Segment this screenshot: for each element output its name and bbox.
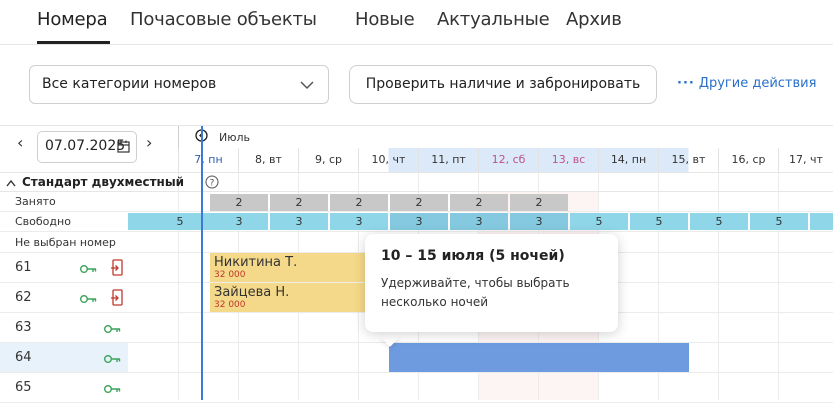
free-cell: 5: [570, 213, 628, 230]
day-header[interactable]: 11, пт: [418, 148, 478, 172]
help-icon[interactable]: ?: [205, 175, 219, 189]
tab-hourly-objects[interactable]: Почасовые объекты: [130, 9, 317, 30]
calendar-icon: [117, 140, 130, 153]
checkout-icon: [111, 259, 123, 276]
tab-bar: Номера Почасовые объекты Новые Актуальны…: [0, 0, 833, 45]
day-header[interactable]: 13, вс: [538, 148, 598, 172]
booking-block[interactable]: Никитина Т. 32 000: [210, 253, 370, 282]
month-label: Июль: [219, 131, 251, 144]
room-number: 64: [15, 350, 32, 365]
free-label: Свободно: [15, 215, 71, 228]
category-title: Стандарт двухместный: [22, 175, 185, 189]
room-number: 65: [15, 380, 32, 395]
day-header[interactable]: 10, чт: [358, 148, 418, 172]
date-value: 07.07.2025: [45, 138, 126, 154]
guest-name: Зайцева Н.: [214, 285, 290, 300]
category-select-value: Все категории номеров: [42, 76, 217, 92]
free-cell: 5: [750, 213, 808, 230]
key-icon: [80, 295, 97, 303]
date-picker[interactable]: 07.07.2025: [37, 131, 137, 163]
day-header[interactable]: 12, сб: [478, 148, 538, 172]
busy-cell: 2: [330, 194, 388, 211]
booking-block[interactable]: Зайцева Н. 32 000: [210, 283, 370, 312]
busy-label: Занято: [15, 195, 56, 208]
svg-text:?: ?: [210, 179, 215, 189]
free-cell: 3: [210, 213, 268, 230]
free-cell: 3: [330, 213, 388, 230]
room-number: 62: [15, 290, 32, 305]
day-header[interactable]: 8, вт: [238, 148, 298, 172]
prev-arrow-icon[interactable]: ‹: [17, 133, 23, 152]
free-cell: 3: [510, 213, 568, 230]
room-row[interactable]: 65: [0, 373, 833, 403]
booking-price: 32 000: [214, 300, 246, 310]
chevron-down-icon: [300, 81, 314, 90]
key-icon: [104, 355, 121, 363]
room-number: 63: [15, 320, 32, 335]
selected-nights-range[interactable]: [389, 343, 689, 372]
busy-cell: 2: [210, 194, 268, 211]
free-cell: 3: [270, 213, 328, 230]
room-category-row[interactable]: Стандарт двухместный ?: [0, 172, 833, 192]
key-icon: [80, 265, 97, 273]
key-icon: [104, 385, 121, 393]
day-header[interactable]: 7, пн: [178, 148, 238, 172]
checkout-icon: [111, 289, 123, 306]
active-tab-indicator: [37, 41, 110, 44]
day-header[interactable]: 16, ср: [718, 148, 778, 172]
more-dots-icon: ···: [677, 76, 695, 91]
tooltip-body: Удерживайте, чтобы выбрать несколько ноч…: [381, 276, 570, 309]
unassigned-label: Не выбран номер: [15, 236, 116, 249]
today-marker-line: [201, 126, 203, 400]
free-cell: 3: [390, 213, 448, 230]
other-actions-link[interactable]: ··· Другие действия: [677, 76, 816, 91]
collapse-icon[interactable]: [6, 179, 16, 187]
key-icon: [104, 325, 121, 333]
month-header: Июль: [178, 126, 833, 148]
free-cell: 5: [630, 213, 688, 230]
category-select[interactable]: Все категории номеров: [29, 65, 329, 104]
booking-price: 32 000: [214, 270, 246, 280]
tab-rooms[interactable]: Номера: [37, 9, 108, 30]
day-header[interactable]: 14, пн: [598, 148, 658, 172]
free-cell: 3: [450, 213, 508, 230]
guest-name: Никитина Т.: [214, 255, 298, 270]
day-header[interactable]: 9, ср: [298, 148, 358, 172]
day-header[interactable]: 17, чт: [778, 148, 833, 172]
tab-actual[interactable]: Актуальные: [437, 9, 550, 30]
busy-cell: 2: [270, 194, 328, 211]
selection-tooltip: 10 – 15 июля (5 ночей) Удерживайте, чтоб…: [365, 234, 618, 332]
next-arrow-icon[interactable]: ›: [146, 133, 152, 152]
check-availability-button[interactable]: Проверить наличие и забронировать: [349, 65, 657, 104]
tooltip-title: 10 – 15 июля (5 ночей): [381, 248, 565, 264]
busy-cell: 2: [510, 194, 568, 211]
day-header[interactable]: 15, вт: [658, 148, 718, 172]
free-cell: [810, 213, 833, 230]
tab-new[interactable]: Новые: [355, 9, 415, 30]
free-cell: 5: [690, 213, 748, 230]
busy-cell: 2: [450, 194, 508, 211]
busy-cell: 2: [390, 194, 448, 211]
other-actions-label: Другие действия: [698, 76, 817, 91]
room-number: 61: [15, 260, 32, 275]
tab-archive[interactable]: Архив: [566, 9, 622, 30]
